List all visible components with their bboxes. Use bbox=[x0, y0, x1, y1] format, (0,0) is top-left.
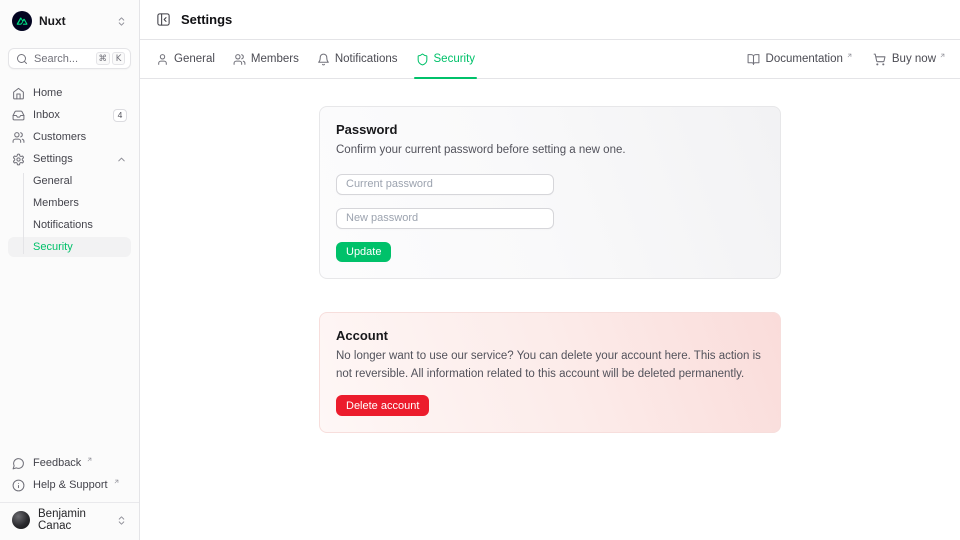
sidebar-item-label: Security bbox=[33, 241, 73, 253]
tab-label: Notifications bbox=[335, 53, 398, 65]
sidebar-item-security[interactable]: Security bbox=[8, 237, 131, 257]
speech-bubble-icon bbox=[12, 457, 25, 470]
search-placeholder: Search... bbox=[34, 53, 78, 65]
account-card: Account No longer want to use our servic… bbox=[319, 312, 781, 434]
users-icon bbox=[233, 53, 246, 66]
search-icon bbox=[16, 53, 28, 65]
documentation-link[interactable]: Documentation bbox=[747, 53, 853, 66]
sidebar-item-label: Inbox bbox=[33, 109, 60, 121]
sidebar: Nuxt Search... ⌘ K Home Inbox 4 Cu bbox=[0, 0, 140, 540]
footer-link-label: Help & Support bbox=[33, 479, 108, 491]
page-header: Settings bbox=[140, 0, 960, 40]
sidebar-footer: Feedback Help & Support Benjamin Canac bbox=[8, 453, 131, 540]
action-label: Buy now bbox=[892, 53, 936, 65]
app-root: Nuxt Search... ⌘ K Home Inbox 4 Cu bbox=[0, 0, 960, 540]
sidebar-item-label: Settings bbox=[33, 153, 73, 165]
page-title: Settings bbox=[181, 12, 232, 27]
sidebar-item-inbox[interactable]: Inbox 4 bbox=[8, 105, 131, 125]
card-description: Confirm your current password before set… bbox=[336, 142, 764, 160]
password-card: Password Confirm your current password b… bbox=[319, 106, 781, 279]
collapse-sidebar-icon[interactable] bbox=[156, 12, 171, 27]
kbd-k: K bbox=[112, 52, 125, 65]
help-support-link[interactable]: Help & Support bbox=[8, 475, 131, 495]
submenu-guide bbox=[23, 173, 24, 254]
card-description: No longer want to use our service? You c… bbox=[336, 348, 764, 384]
shield-icon bbox=[416, 53, 429, 66]
sidebar-item-notifications[interactable]: Notifications bbox=[8, 215, 131, 235]
user-icon bbox=[156, 53, 169, 66]
gear-icon bbox=[12, 153, 25, 166]
chevrons-up-down-icon bbox=[116, 16, 127, 27]
settings-submenu: General Members Notifications Security bbox=[8, 171, 131, 257]
sidebar-item-label: Customers bbox=[33, 131, 86, 143]
delete-account-button[interactable]: Delete account bbox=[336, 395, 429, 416]
new-password-field[interactable] bbox=[336, 208, 554, 229]
users-icon bbox=[12, 131, 25, 144]
tab-security[interactable]: Security bbox=[416, 40, 476, 78]
sidebar-item-members[interactable]: Members bbox=[8, 193, 131, 213]
workspace-selector[interactable]: Nuxt bbox=[8, 9, 131, 33]
tab-general[interactable]: General bbox=[156, 40, 215, 78]
chevrons-up-down-icon bbox=[116, 515, 127, 526]
search-input[interactable]: Search... ⌘ K bbox=[8, 48, 131, 69]
external-link-icon bbox=[939, 52, 946, 59]
sidebar-item-settings[interactable]: Settings bbox=[8, 149, 131, 169]
tab-label: Members bbox=[251, 53, 299, 65]
sidebar-item-label: Members bbox=[33, 197, 79, 209]
external-link-icon bbox=[846, 52, 853, 59]
tab-members[interactable]: Members bbox=[233, 40, 299, 78]
inbox-icon bbox=[12, 109, 25, 122]
buy-now-link[interactable]: Buy now bbox=[873, 53, 946, 66]
external-link-icon bbox=[86, 456, 93, 463]
sidebar-item-label: Home bbox=[33, 87, 62, 99]
tab-notifications[interactable]: Notifications bbox=[317, 40, 398, 78]
main-area: Settings General Members Notifications bbox=[140, 0, 960, 540]
home-icon bbox=[12, 87, 25, 100]
tab-label: General bbox=[174, 53, 215, 65]
card-title: Account bbox=[336, 328, 764, 343]
sidebar-item-customers[interactable]: Customers bbox=[8, 127, 131, 147]
sidebar-item-label: General bbox=[33, 175, 72, 187]
tab-bar: General Members Notifications Security bbox=[140, 40, 960, 79]
sidebar-item-home[interactable]: Home bbox=[8, 83, 131, 103]
shopping-cart-icon bbox=[873, 53, 886, 66]
kbd-command: ⌘ bbox=[96, 52, 111, 65]
nuxt-logo-icon bbox=[12, 11, 32, 31]
chevron-up-icon bbox=[116, 154, 127, 165]
sidebar-item-general[interactable]: General bbox=[8, 171, 131, 191]
card-title: Password bbox=[336, 122, 764, 137]
content: Password Confirm your current password b… bbox=[140, 79, 960, 540]
action-label: Documentation bbox=[766, 53, 843, 65]
inbox-count-badge: 4 bbox=[113, 109, 127, 122]
book-open-icon bbox=[747, 53, 760, 66]
sidebar-divider bbox=[0, 502, 139, 503]
avatar bbox=[12, 511, 30, 529]
external-link-icon bbox=[113, 478, 120, 485]
update-button[interactable]: Update bbox=[336, 242, 391, 262]
workspace-name: Nuxt bbox=[39, 14, 66, 28]
search-kbd-group: ⌘ K bbox=[96, 52, 126, 65]
tab-label: Security bbox=[434, 53, 476, 65]
bell-icon bbox=[317, 53, 330, 66]
current-password-field[interactable] bbox=[336, 174, 554, 195]
user-name: Benjamin Canac bbox=[38, 508, 108, 532]
tab-actions: Documentation Buy now bbox=[747, 53, 946, 66]
sidebar-item-label: Notifications bbox=[33, 219, 93, 231]
sidebar-nav: Home Inbox 4 Customers Settings General bbox=[8, 83, 131, 259]
info-circle-icon bbox=[12, 479, 25, 492]
tabs: General Members Notifications Security bbox=[156, 40, 475, 78]
footer-link-label: Feedback bbox=[33, 457, 81, 469]
user-menu[interactable]: Benjamin Canac bbox=[8, 505, 131, 535]
feedback-link[interactable]: Feedback bbox=[8, 453, 131, 473]
